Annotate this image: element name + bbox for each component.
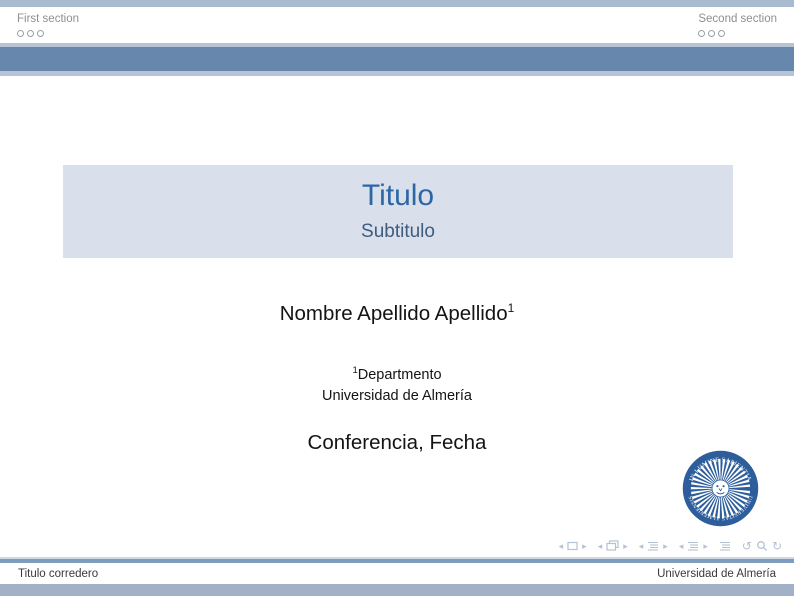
footer-institution: Universidad de Almería (657, 568, 776, 580)
frame-icon[interactable] (606, 540, 619, 551)
top-accent-band (0, 0, 794, 7)
miniframe-bullets (698, 30, 777, 37)
subsection-icon[interactable] (647, 541, 659, 551)
next-frame-icon[interactable]: ▸ (623, 541, 628, 551)
nav-frame-group: ◂ ▸ (598, 540, 628, 551)
nav-subsection-group: ◂ ▸ (639, 541, 668, 551)
institute-university: Universidad de Almería (0, 386, 794, 408)
institute-department: 1Departmento (0, 360, 794, 386)
prev-section-icon[interactable]: ◂ (679, 541, 684, 551)
nav-history-group: ↺ ↻ (742, 540, 782, 552)
footer-short-title: Titulo corredero (18, 568, 98, 580)
universidad-de-almeria-seal-logo: IN LUMINE SAPIENTIA UNIVERSITAS ALMERIEN… (682, 450, 759, 527)
next-subsection-icon[interactable]: ▸ (663, 541, 668, 551)
slide-icon[interactable] (567, 541, 578, 551)
miniframe-bullet-icon[interactable] (27, 30, 34, 37)
header-blue-band (0, 47, 794, 71)
section-label[interactable]: First section (17, 13, 79, 26)
nav-slide-group: ◂ ▸ (559, 541, 587, 551)
header-section-second[interactable]: Second section (698, 13, 777, 37)
beamer-navigation-bar: ◂ ▸ ◂ ▸ ◂ ▸ ◂ (559, 538, 782, 553)
header-navigation-bar: First section Second section (0, 7, 794, 43)
conference-date: Conferencia, Fecha (0, 431, 794, 455)
section-icon[interactable] (687, 541, 699, 551)
seal-icon: IN LUMINE SAPIENTIA UNIVERSITAS ALMERIEN… (682, 450, 759, 527)
miniframe-bullet-icon[interactable] (698, 30, 705, 37)
author-name: Nombre Apellido Apellido1 (0, 301, 794, 326)
prev-subsection-icon[interactable]: ◂ (639, 541, 644, 551)
miniframe-bullet-icon[interactable] (708, 30, 715, 37)
beamer-slide: First section Second section Titulo Subt… (0, 0, 794, 596)
prev-slide-icon[interactable]: ◂ (559, 541, 564, 551)
footer-bar: Titulo corredero Universidad de Almería (0, 563, 794, 584)
institute-block: 1Departmento Universidad de Almería (0, 360, 794, 408)
slide-title: Titulo (362, 179, 434, 213)
next-slide-icon[interactable]: ▸ (582, 541, 587, 551)
header-section-first[interactable]: First section (17, 13, 79, 37)
author-footnote-mark: 1 (508, 301, 515, 315)
header-separator-line (0, 71, 794, 76)
next-section-icon[interactable]: ▸ (703, 541, 708, 551)
miniframe-bullet-icon[interactable] (718, 30, 725, 37)
nav-section-group: ◂ ▸ (679, 541, 708, 551)
section-label[interactable]: Second section (698, 13, 777, 26)
nav-appendix-group (719, 541, 731, 551)
prev-frame-icon[interactable]: ◂ (598, 541, 603, 551)
slide-subtitle: Subtitulo (361, 220, 435, 244)
miniframe-bullets (17, 30, 79, 37)
bottom-accent-band (0, 584, 794, 596)
search-icon[interactable] (756, 540, 768, 552)
go-back-icon[interactable]: ↺ (742, 540, 752, 552)
miniframe-bullet-icon[interactable] (37, 30, 44, 37)
go-forward-icon[interactable]: ↻ (772, 540, 782, 552)
miniframe-bullet-icon[interactable] (17, 30, 24, 37)
title-block: Titulo Subtitulo (63, 165, 733, 258)
appendix-icon[interactable] (719, 541, 731, 551)
